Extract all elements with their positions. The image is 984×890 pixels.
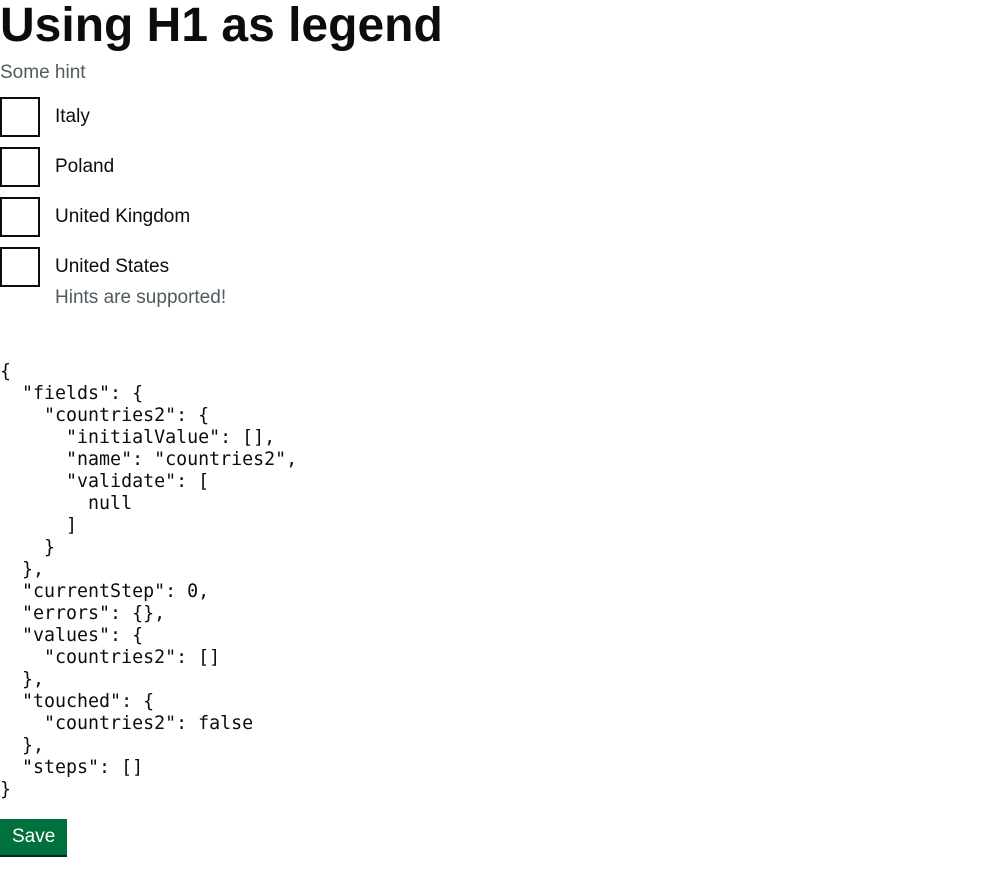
form-state-json: { "fields": { "countries2": { "initialVa…	[0, 361, 298, 800]
checkbox-label-united-states[interactable]: United States	[55, 256, 169, 278]
save-button[interactable]: Save	[0, 819, 68, 855]
checkbox-item-united-states[interactable]: United States	[0, 247, 400, 287]
checkbox-united-states[interactable]	[0, 247, 40, 287]
checkbox-item-poland[interactable]: Poland	[0, 147, 400, 187]
checkbox-italy[interactable]	[0, 97, 40, 137]
checkbox-poland[interactable]	[0, 147, 40, 187]
checkbox-label-italy[interactable]: Italy	[55, 106, 90, 128]
checkbox-united-kingdom[interactable]	[0, 197, 40, 237]
checkbox-item-united-kingdom[interactable]: United Kingdom	[0, 197, 400, 237]
united-states-hint: Hints are supported!	[55, 287, 227, 308]
page-title-legend: Using H1 as legend	[0, 0, 443, 52]
form-hint: Some hint	[0, 62, 86, 83]
checkbox-label-poland[interactable]: Poland	[55, 156, 114, 178]
checkbox-label-united-kingdom[interactable]: United Kingdom	[55, 206, 190, 228]
checkbox-item-italy[interactable]: Italy	[0, 97, 400, 137]
